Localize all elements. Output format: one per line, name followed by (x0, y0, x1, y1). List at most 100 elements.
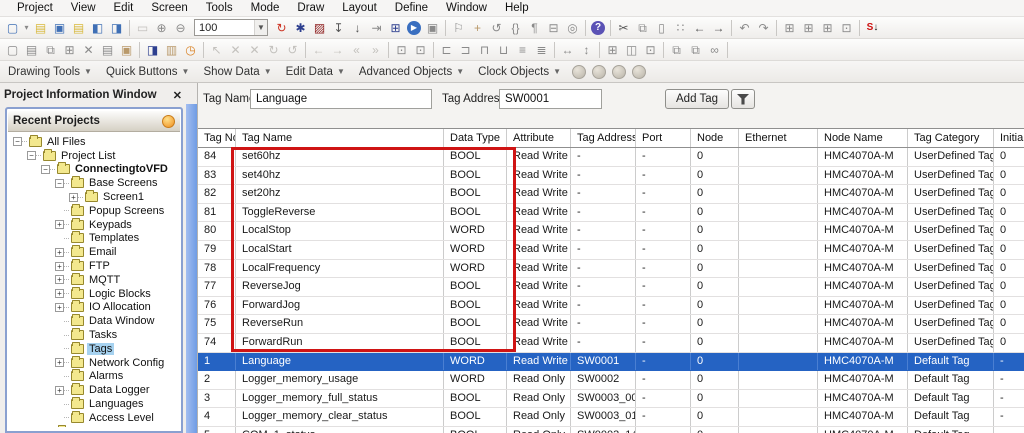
collapse-icon[interactable]: − (27, 151, 36, 160)
undo-icon[interactable]: ↶ (735, 19, 754, 37)
tree-item-connectingtovfd[interactable]: −ConnectingtoVFD (7, 163, 181, 177)
cut-icon[interactable]: ✂ (614, 19, 633, 37)
tree-item-base-screens[interactable]: −Base Screens (7, 176, 181, 190)
expand-icon[interactable]: + (55, 386, 64, 395)
tag-address-input[interactable] (499, 89, 602, 109)
objectbar-clock-objects[interactable]: Clock Objects▼ (472, 64, 569, 80)
tree-item-languages[interactable]: −Languages (7, 397, 181, 411)
expand-icon[interactable]: + (55, 303, 64, 312)
align-right-icon[interactable]: ⊐ (456, 41, 475, 59)
select-pointer-icon[interactable]: ⚐ (449, 19, 468, 37)
menu-mode[interactable]: Mode (242, 1, 289, 15)
object-style-2-icon[interactable] (592, 65, 606, 79)
table-row-tag-81[interactable]: 81ToggleReverseBOOLRead Write--0HMC4070A… (198, 204, 1024, 223)
tree-item-screen1[interactable]: +Screen1 (7, 190, 181, 204)
save-icon[interactable]: ▣ (50, 19, 69, 37)
menu-window[interactable]: Window (437, 1, 496, 15)
copy-icon[interactable]: ⧉ (633, 19, 652, 37)
column-header-node-name[interactable]: Node Name (818, 129, 908, 147)
table-row-tag-80[interactable]: 80LocalStopWORDRead Write--0HMC4070A-MUs… (198, 222, 1024, 241)
table-row-tag-4[interactable]: 4Logger_memory_clear_statusBOOLRead Only… (198, 408, 1024, 427)
tree-item-mqtt[interactable]: +MQTT (7, 273, 181, 287)
sort-tags-icon[interactable]: S↓ (863, 19, 882, 37)
window-cursor-icon[interactable]: ▣ (117, 41, 136, 59)
tree-item-popup-screens[interactable]: −Popup Screens (7, 204, 181, 218)
column-header-node[interactable]: Node (691, 129, 739, 147)
menu-tools[interactable]: Tools (197, 1, 242, 15)
table-row-tag-75[interactable]: 75ReverseRunBOOLRead Write--0HMC4070A-MU… (198, 315, 1024, 334)
download-icon[interactable]: ↓ (348, 19, 367, 37)
expand-icon[interactable]: + (55, 358, 64, 367)
table-row-tag-1[interactable]: 1LanguageWORDRead WriteSW0001-0HMC4070A-… (198, 353, 1024, 372)
menu-define[interactable]: Define (386, 1, 437, 15)
tag-table-icon[interactable]: ⊞ (386, 19, 405, 37)
zoom-level-combobox[interactable]: 100▼ (194, 19, 268, 36)
tree-item-logic-blocks[interactable]: +Logic Blocks (7, 287, 181, 301)
pan-hand-icon[interactable]: + (468, 19, 487, 37)
table-row-tag-82[interactable]: 82set20hzBOOLRead Write--0HMC4070A-MUser… (198, 185, 1024, 204)
tree-item-access-level[interactable]: −Access Level (7, 411, 181, 425)
window-cascade-icon[interactable]: ⊡ (411, 41, 430, 59)
move-left-icon[interactable]: ← (690, 19, 709, 37)
grid-large-icon[interactable]: ⊞ (818, 19, 837, 37)
paste-icon[interactable]: ▯ (652, 19, 671, 37)
table-row-tag-78[interactable]: 78LocalFrequencyWORDRead Write--0HMC4070… (198, 260, 1024, 279)
grid-snap-icon[interactable]: ⊡ (641, 41, 660, 59)
find-screen-icon[interactable]: ✕ (226, 41, 245, 59)
tree-item-project-list[interactable]: −Project List (7, 149, 181, 163)
refresh-cw-icon[interactable]: ↻ (264, 41, 283, 59)
screen-add-icon[interactable]: ⊞ (60, 41, 79, 59)
close-screen-icon[interactable]: ✕ (245, 41, 264, 59)
zoom-out-icon[interactable]: ⊖ (171, 19, 190, 37)
zoom-in-icon[interactable]: ⊕ (152, 19, 171, 37)
align-left-icon[interactable]: ⊏ (437, 41, 456, 59)
rotate-icon[interactable]: ↺ (487, 19, 506, 37)
menu-help[interactable]: Help (496, 1, 538, 15)
screen-delete-icon[interactable]: ✕ (79, 41, 98, 59)
nav-last-icon[interactable]: » (366, 41, 385, 59)
collapse-icon[interactable]: − (41, 165, 50, 174)
nav-back-icon[interactable]: ← (309, 41, 328, 59)
menu-edit[interactable]: Edit (105, 1, 143, 15)
add-tag-button[interactable]: Add Tag (665, 89, 729, 109)
table-row-tag-74[interactable]: 74ForwardRunBOOLRead Write--0HMC4070A-MU… (198, 334, 1024, 353)
ungroup-icon[interactable]: ⧉ (686, 41, 705, 59)
expand-icon[interactable]: + (69, 193, 78, 202)
marquee-icon[interactable]: ∷ (671, 19, 690, 37)
tree-item-network-config[interactable]: +Network Config (7, 356, 181, 370)
column-header-initial-value[interactable]: Initial Value (994, 129, 1024, 147)
expand-icon[interactable]: + (55, 275, 64, 284)
tree-item-keypads[interactable]: +Keypads (7, 218, 181, 232)
refresh-ccw-icon[interactable]: ↺ (283, 41, 302, 59)
import-icon[interactable]: ↧ (329, 19, 348, 37)
language-switch-icon[interactable]: ↻ (272, 19, 291, 37)
table-row-tag-3[interactable]: 3Logger_memory_full_statusBOOLRead OnlyS… (198, 390, 1024, 409)
new-file-icon[interactable]: ▢ (3, 19, 22, 37)
menu-screen[interactable]: Screen (142, 1, 196, 15)
find-binoculars-icon[interactable]: ∞ (705, 41, 724, 59)
folder-icon[interactable]: ▤ (69, 19, 88, 37)
group-icon[interactable]: ⧉ (667, 41, 686, 59)
image-library-icon[interactable]: ▨ (310, 19, 329, 37)
fit-window-icon[interactable]: ⊞ (603, 41, 622, 59)
objectbar-edit-data[interactable]: Edit Data▼ (280, 64, 353, 80)
menu-draw[interactable]: Draw (288, 1, 333, 15)
help-icon[interactable]: ? (591, 21, 605, 35)
objectbar-drawing-tools[interactable]: Drawing Tools▼ (2, 64, 100, 80)
export-icon[interactable]: ⇥ (367, 19, 386, 37)
object-style-1-icon[interactable] (572, 65, 586, 79)
screen-new-icon[interactable]: ▢ (3, 41, 22, 59)
panel-vertical-scrollbar[interactable] (186, 104, 197, 433)
collapse-circle-icon[interactable] (162, 115, 175, 128)
column-header-port[interactable]: Port (636, 129, 691, 147)
collapse-icon[interactable]: − (55, 179, 64, 188)
chart-tool-icon[interactable]: ⊟ (544, 19, 563, 37)
same-width-icon[interactable]: ↔ (558, 41, 577, 59)
redo-icon[interactable]: ↷ (754, 19, 773, 37)
expand-icon[interactable]: + (55, 289, 64, 298)
table-row-tag-83[interactable]: 83set40hzBOOLRead Write--0HMC4070A-MUser… (198, 167, 1024, 186)
nav-forward-icon[interactable]: → (328, 41, 347, 59)
menu-layout[interactable]: Layout (333, 1, 386, 15)
align-center-h-icon[interactable]: ≡ (513, 41, 532, 59)
collapse-icon[interactable]: − (13, 137, 22, 146)
